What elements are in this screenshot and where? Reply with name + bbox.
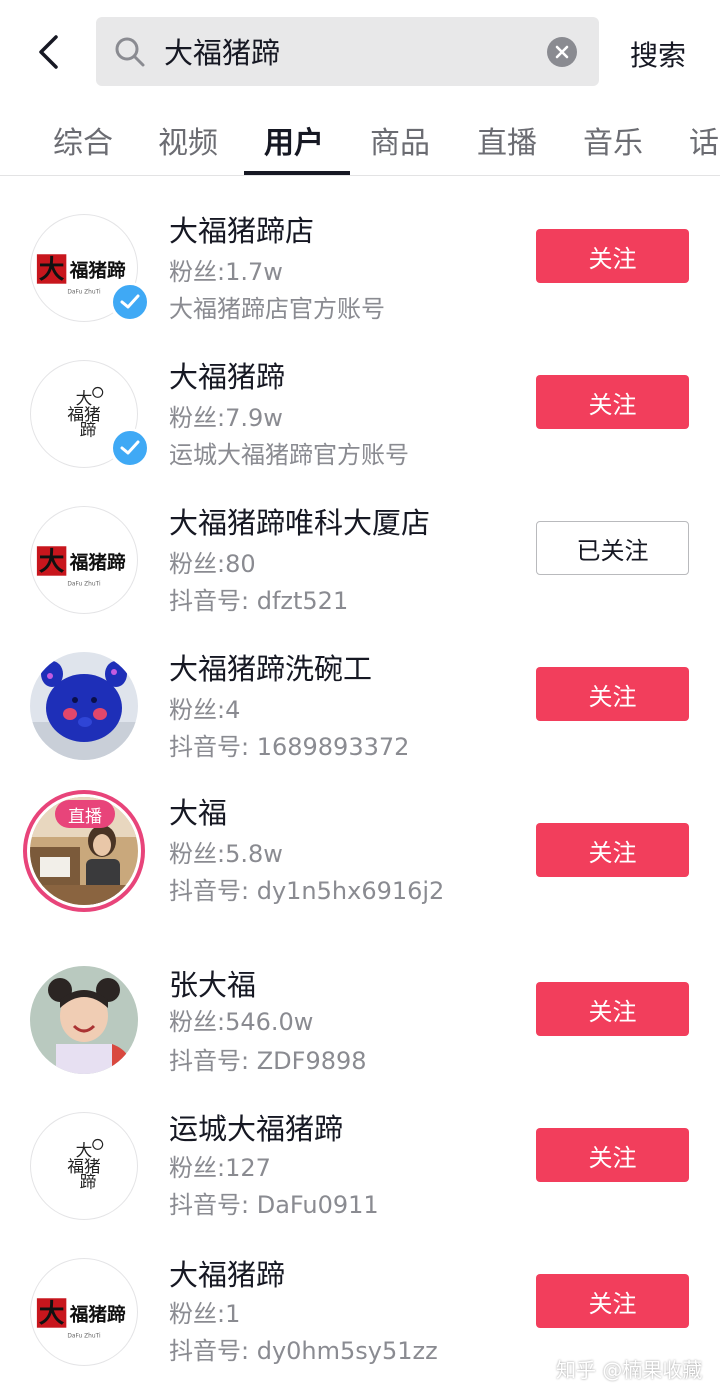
list-item[interactable]: 大 福猪 蹄 大福猪蹄 粉丝:7.9w 运城大福猪蹄官方账号 关注: [0, 342, 720, 482]
logo-char: 蹄: [80, 1173, 97, 1192]
svg-text:大: 大: [39, 547, 65, 577]
user-name: 大福猪蹄: [169, 360, 286, 394]
svg-text:福猪蹄: 福猪蹄: [69, 260, 126, 282]
brand-logo-image: 大 福猪蹄 DaFu ZhuTi: [36, 1298, 126, 1340]
user-name: 大福猪蹄唯科大厦店: [169, 506, 431, 540]
svg-text:大: 大: [39, 1299, 65, 1329]
follower-count: 粉丝:7.9w: [169, 404, 283, 432]
follower-count: 粉丝:80: [169, 550, 256, 578]
user-name: 大福猪蹄: [169, 1258, 286, 1292]
clear-search-button[interactable]: [547, 37, 577, 67]
brand-logo-image: 大 福猪蹄 DaFu ZhuTi: [36, 546, 126, 588]
tab-products[interactable]: 商品: [370, 118, 430, 162]
follow-button[interactable]: 关注: [536, 229, 689, 283]
tab-video[interactable]: 视频: [158, 118, 218, 162]
follow-button[interactable]: 关注: [536, 982, 689, 1036]
svg-text:大: 大: [39, 255, 65, 285]
user-name: 大福猪蹄店: [169, 214, 315, 248]
list-item[interactable]: 张大福 粉丝:546.0w 抖音号: ZDF9898 关注: [0, 950, 720, 1090]
avatar[interactable]: [30, 966, 138, 1074]
brand-logo-image: 大 福猪 蹄: [67, 1138, 104, 1192]
avatar[interactable]: 大 福猪蹄 DaFu ZhuTi: [30, 506, 138, 614]
verified-badge-icon: [110, 282, 150, 322]
back-arrow-icon: [39, 35, 58, 69]
live-badge: 直播: [55, 800, 115, 828]
search-result-tabs: 综合 视频 用户 商品 直播 音乐 话: [0, 104, 720, 176]
search-submit-button[interactable]: 搜索: [630, 34, 686, 74]
back-button[interactable]: [28, 30, 68, 74]
avatar[interactable]: 大 福猪蹄 DaFu ZhuTi: [30, 1258, 138, 1366]
list-item[interactable]: 直播 大福 粉丝:5.8w 抖音号: dy1n5hx6916j2 关注: [0, 782, 720, 942]
avatar[interactable]: [30, 652, 138, 760]
octopus-avatar-image: [30, 652, 138, 760]
user-description: 运城大福猪蹄官方账号: [169, 441, 409, 469]
douyin-id: 抖音号: dy1n5hx6916j2: [169, 877, 445, 905]
tab-music[interactable]: 音乐: [583, 118, 643, 162]
follow-button[interactable]: 关注: [536, 375, 689, 429]
search-header: 搜索: [0, 0, 720, 104]
follower-count: 粉丝:546.0w: [169, 1008, 314, 1036]
verified-badge-icon: [110, 428, 150, 468]
follow-button[interactable]: 关注: [536, 1274, 689, 1328]
follow-button[interactable]: 关注: [536, 667, 689, 721]
follower-count: 粉丝:127: [169, 1154, 271, 1182]
user-name: 张大福: [169, 968, 257, 1002]
follow-button[interactable]: 关注: [536, 823, 689, 877]
follower-count: 粉丝:1: [169, 1300, 241, 1328]
girl-photo-image: [30, 966, 138, 1074]
active-tab-indicator: [244, 171, 350, 175]
search-icon: [115, 37, 145, 67]
tab-live[interactable]: 直播: [477, 118, 537, 162]
follower-count: 粉丝:4: [169, 696, 241, 724]
user-name: 大福猪蹄洗碗工: [169, 652, 373, 686]
watermark: 知乎 @楠果收藏: [556, 1358, 703, 1382]
logo-char: 蹄: [80, 421, 97, 440]
list-item[interactable]: 大福猪蹄洗碗工 粉丝:4 抖音号: 1689893372 关注: [0, 634, 720, 774]
douyin-id: 抖音号: dy0hm5sy51zz: [169, 1337, 438, 1365]
tab-topics[interactable]: 话: [689, 118, 719, 162]
tab-overall[interactable]: 综合: [53, 118, 113, 162]
follower-count: 粉丝:5.8w: [169, 840, 283, 868]
svg-text:福猪蹄: 福猪蹄: [69, 1304, 126, 1326]
list-item[interactable]: 大 福猪蹄 DaFu ZhuTi 大福猪蹄店 粉丝:1.7w 大福猪蹄店官方账号…: [0, 196, 720, 336]
follow-button[interactable]: 关注: [536, 1128, 689, 1182]
search-input[interactable]: [164, 27, 544, 75]
douyin-id: 抖音号: DaFu0911: [169, 1191, 379, 1219]
list-item[interactable]: 大 福猪蹄 DaFu ZhuTi 大福猪蹄唯科大厦店 粉丝:80 抖音号: df…: [0, 488, 720, 628]
tab-users[interactable]: 用户: [264, 118, 324, 162]
douyin-id: 抖音号: dfzt521: [169, 587, 349, 615]
user-description: 大福猪蹄店官方账号: [169, 295, 385, 323]
follower-count: 粉丝:1.7w: [169, 258, 283, 286]
search-box[interactable]: [96, 17, 599, 86]
user-name: 运城大福猪蹄: [169, 1112, 344, 1146]
douyin-id: 抖音号: 1689893372: [169, 733, 410, 761]
douyin-id: 抖音号: ZDF9898: [169, 1047, 367, 1075]
avatar[interactable]: 大 福猪 蹄: [30, 1112, 138, 1220]
svg-text:福猪蹄: 福猪蹄: [69, 552, 126, 574]
close-icon: [555, 45, 569, 59]
svg-text:DaFu ZhuTi: DaFu ZhuTi: [67, 1334, 101, 1340]
user-name: 大福: [169, 796, 228, 830]
svg-text:DaFu ZhuTi: DaFu ZhuTi: [67, 582, 101, 588]
list-item[interactable]: 大 福猪 蹄 运城大福猪蹄 粉丝:127 抖音号: DaFu0911 关注: [0, 1096, 720, 1236]
svg-text:DaFu ZhuTi: DaFu ZhuTi: [67, 290, 101, 296]
following-button[interactable]: 已关注: [536, 521, 689, 575]
